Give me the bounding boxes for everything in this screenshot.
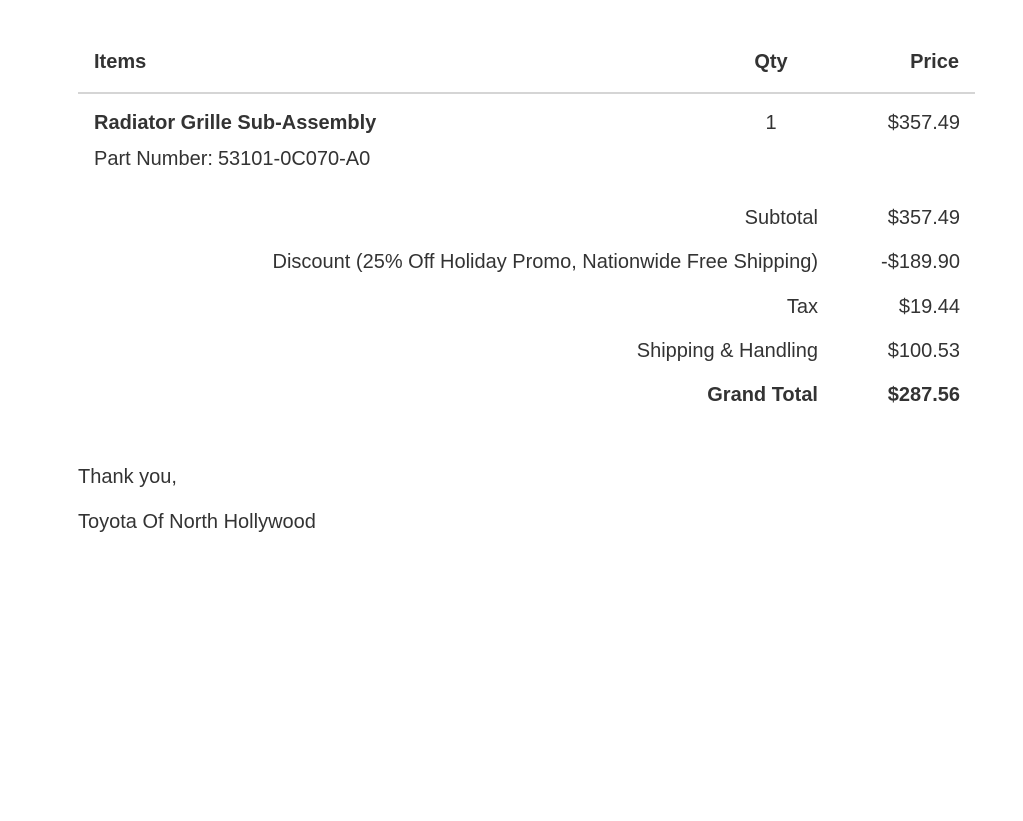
items-table-header: Items Qty Price [78,50,975,94]
grand-total-value: $287.56 [887,384,960,406]
signature-text: Toyota Of North Hollywood [78,511,316,533]
part-number-value: 53101-0C070-A0 [217,148,371,170]
discount-value: -$189.90 [881,251,960,273]
shipping-value: $100.53 [887,340,960,362]
shipping-row: Shipping & Handling $100.53 [78,340,960,368]
grand-total-row: Grand Total $287.56 [78,384,960,412]
subtotal-value: $357.49 [887,207,960,229]
tax-row: Tax $19.44 [78,296,960,324]
tax-label: Tax [786,296,818,318]
header-qty: Qty [754,51,788,73]
thank-you-text: Thank you, [78,466,177,488]
discount-row: Discount (25% Off Holiday Promo, Nationw… [78,251,960,279]
shipping-label: Shipping & Handling [636,340,818,362]
subtotal-row: Subtotal $357.49 [78,207,960,235]
subtotal-label: Subtotal [744,207,818,229]
discount-label: Discount (25% Off Holiday Promo, Nationw… [272,251,818,273]
item-name: Radiator Grille Sub-Assembly [94,112,377,134]
item-qty: 1 [765,112,777,134]
header-items: Items [94,51,147,73]
item-price: $357.49 [887,112,960,134]
part-number-label: Part Number: [94,148,213,170]
grand-total-label: Grand Total [707,384,818,406]
tax-value: $19.44 [898,296,960,318]
header-price: Price [910,51,959,73]
item-part-number: Part Number: 53101-0C070-A0 [94,148,370,171]
